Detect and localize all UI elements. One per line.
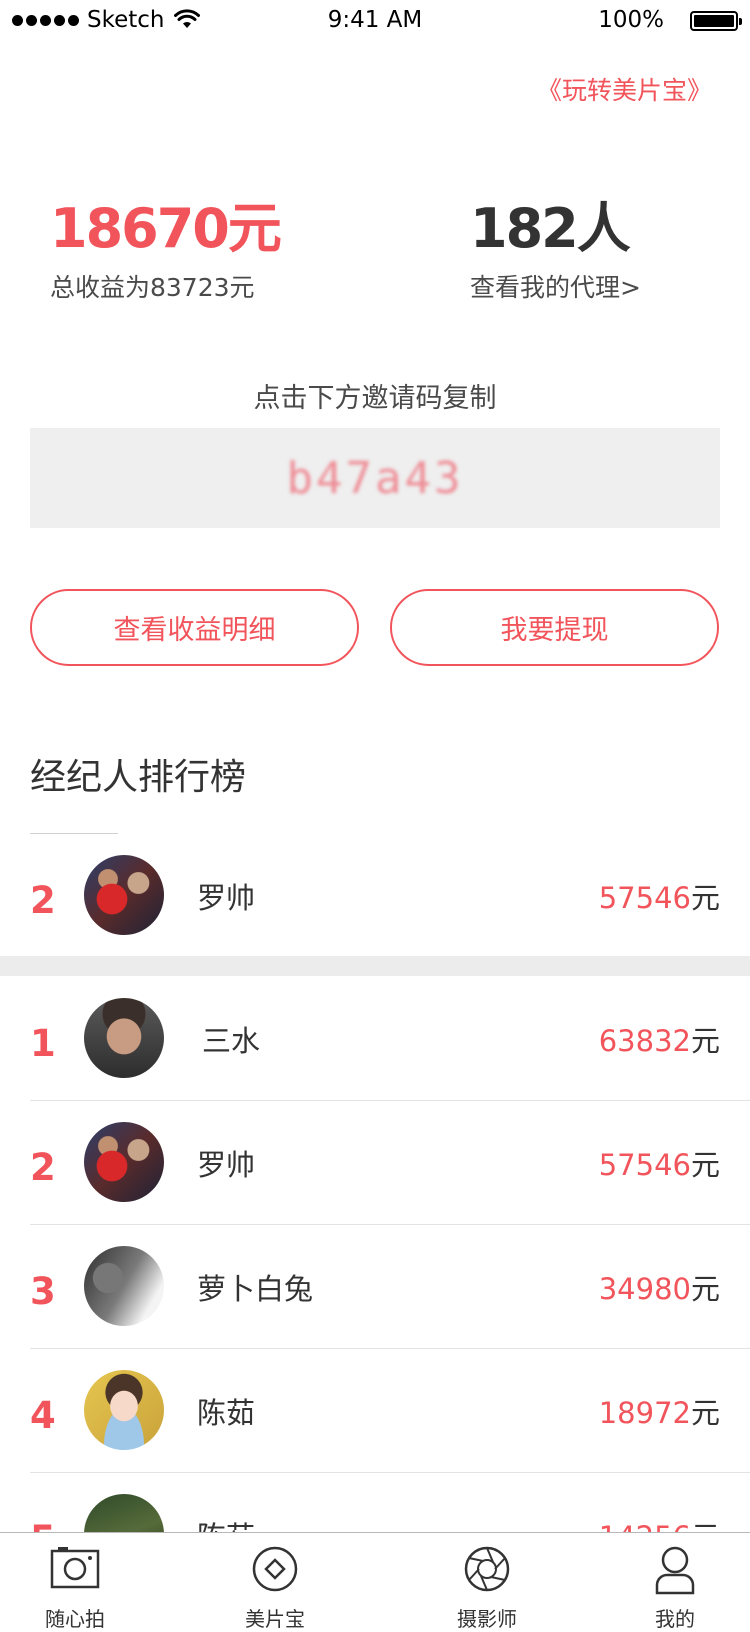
agent-name: 三水 [202,1024,261,1058]
agent-name: 萝卜白兔 [197,1272,314,1306]
tab-photographer[interactable]: 摄影师 [412,1533,562,1631]
status-bar: Sketch 9:41 AM 100% [0,0,750,40]
list-item[interactable]: 2 罗帅 57546元 [30,1100,750,1225]
tab-bar: 随心拍 美片宝 摄影师 我的 [0,1532,750,1631]
view-agents-link[interactable]: 查看我的代理> [470,268,641,304]
rank-number: 4 [30,1394,56,1437]
avatar [84,855,164,935]
view-earnings-detail-button[interactable]: 查看收益明细 [30,589,359,666]
list-item[interactable]: 1 三水 63832元 [30,976,750,1101]
withdraw-button[interactable]: 我要提现 [390,589,719,666]
agent-earnings: 34980元 [599,1266,720,1308]
tab-label: 美片宝 [245,1607,305,1631]
agent-name: 罗帅 [197,1148,256,1182]
person-icon [655,1546,695,1595]
agents-count[interactable]: 182人 [470,184,631,263]
list-item[interactable]: 3 萝卜白兔 34980元 [30,1224,750,1349]
aperture-icon [464,1546,510,1592]
avatar [84,1122,164,1202]
rank-number: 2 [30,879,56,922]
ranking-title: 经纪人排行榜 [30,757,247,798]
tab-label: 随心拍 [45,1607,105,1631]
earnings-value: 34980 [598,1272,691,1306]
agent-earnings: 57546元 [599,1142,720,1184]
invite-hint: 点击下方邀请码复制 [253,383,497,414]
tab-camera[interactable]: 随心拍 [0,1533,150,1631]
invite-code-box[interactable]: b47a43 [30,428,720,528]
tab-mine[interactable]: 我的 [600,1533,750,1631]
earnings-value: 57546 [598,1148,691,1182]
section-divider [0,956,750,976]
agent-earnings: 18972元 [599,1390,720,1432]
camera-icon [50,1547,100,1589]
agent-earnings: 57546元 [599,875,720,917]
diamond-icon [252,1546,298,1592]
rank-number: 3 [30,1270,56,1313]
my-rank-row[interactable]: 2 罗帅 57546元 [30,833,750,957]
currency-unit: 元 [690,1272,720,1306]
agent-earnings: 63832元 [599,1018,720,1060]
tab-label: 摄影师 [457,1607,517,1631]
invite-code[interactable]: b47a43 [287,453,464,504]
rank-number: 2 [30,1146,56,1189]
agent-name: 罗帅 [197,881,256,915]
currency-unit: 元 [690,1148,720,1182]
battery-icon [690,11,742,31]
guide-link[interactable]: 《玩转美片宝》 [537,71,712,107]
rank-number: 1 [30,1022,56,1065]
earnings-total: 总收益为83723元 [50,273,255,302]
battery-percent: 100% [598,7,664,33]
earnings-value: 57546 [598,881,691,915]
earnings-value: 63832 [598,1024,691,1058]
avatar [84,1370,164,1450]
avatar [84,1246,164,1326]
avatar [84,998,164,1078]
currency-unit: 元 [690,881,720,915]
earnings-amount: 18670元 [50,197,282,260]
currency-unit: 元 [690,1396,720,1430]
tab-label: 我的 [655,1607,695,1631]
agent-name: 陈茹 [197,1396,256,1430]
currency-unit: 元 [690,1024,720,1058]
tab-meipianbao[interactable]: 美片宝 [200,1533,350,1631]
earnings-value: 18972 [598,1396,691,1430]
list-item[interactable]: 4 陈茹 18972元 [30,1348,750,1473]
